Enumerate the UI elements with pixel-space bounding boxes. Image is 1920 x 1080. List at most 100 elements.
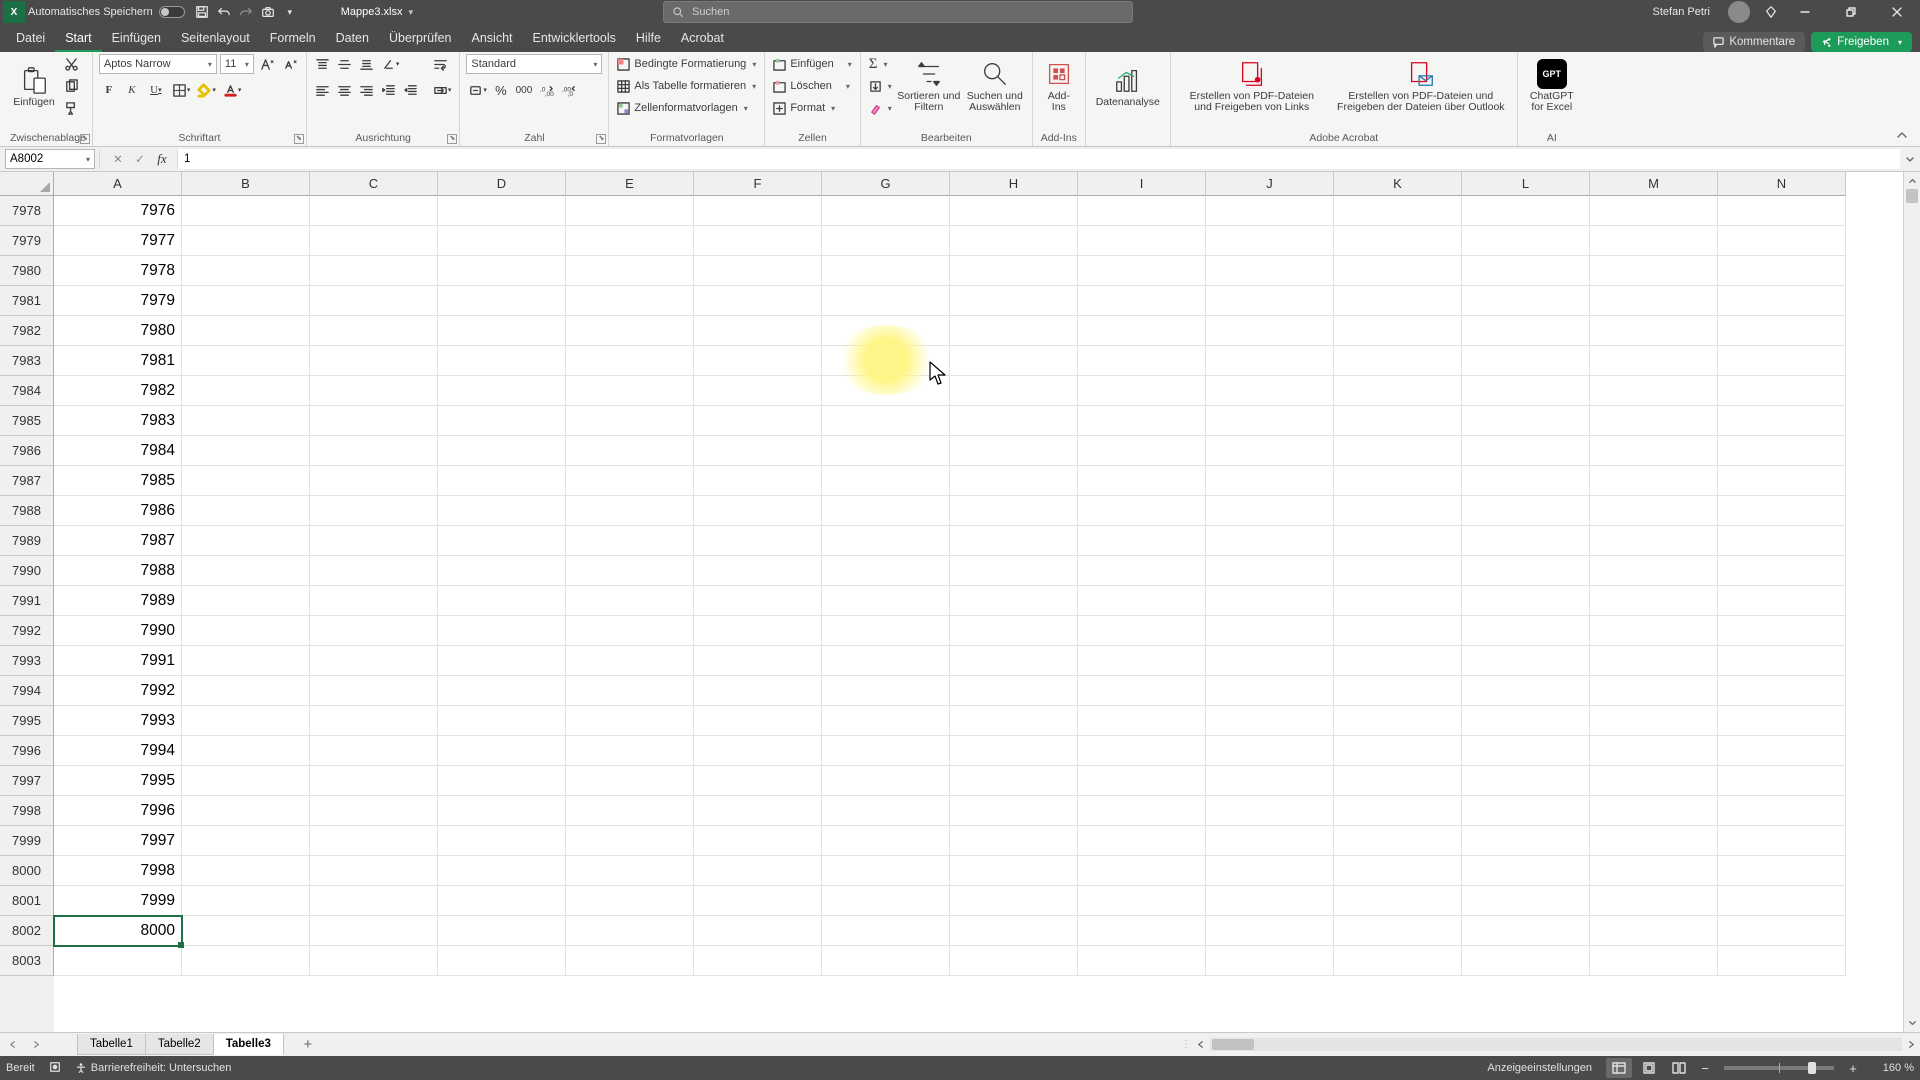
cell[interactable] — [694, 196, 822, 226]
cell[interactable] — [950, 316, 1078, 346]
paste-button[interactable]: Einfügen — [10, 54, 58, 118]
cell[interactable] — [182, 796, 310, 826]
orientation-icon[interactable]: ▾ — [379, 54, 402, 74]
cell[interactable] — [182, 586, 310, 616]
cell[interactable] — [182, 196, 310, 226]
cell[interactable]: 7988 — [54, 556, 182, 586]
cell[interactable]: 7998 — [54, 856, 182, 886]
cell[interactable] — [310, 346, 438, 376]
cell[interactable] — [950, 946, 1078, 976]
cell[interactable] — [1462, 466, 1590, 496]
cell[interactable] — [694, 226, 822, 256]
cell[interactable] — [950, 466, 1078, 496]
cell[interactable] — [566, 676, 694, 706]
cell[interactable] — [950, 526, 1078, 556]
dialog-launcher-icon[interactable]: ⬊ — [294, 134, 304, 144]
cell[interactable] — [566, 406, 694, 436]
cell[interactable] — [310, 226, 438, 256]
cell[interactable] — [438, 556, 566, 586]
cell[interactable]: 8000 — [54, 916, 182, 946]
cell[interactable] — [1718, 466, 1846, 496]
cell[interactable] — [1334, 826, 1462, 856]
sheet-tab[interactable]: Tabelle3 — [213, 1034, 284, 1055]
cell[interactable]: 7991 — [54, 646, 182, 676]
cell[interactable] — [1078, 796, 1206, 826]
cell[interactable] — [1718, 586, 1846, 616]
cell[interactable] — [950, 226, 1078, 256]
macro-record-icon[interactable] — [49, 1061, 61, 1076]
cell[interactable] — [438, 646, 566, 676]
cell[interactable] — [1590, 556, 1718, 586]
cell[interactable] — [182, 526, 310, 556]
hscroll-right-icon[interactable] — [1903, 1036, 1920, 1053]
autosum-icon[interactable]: Σ▾ — [867, 54, 894, 74]
filename-dropdown-icon[interactable]: ▾ — [409, 7, 414, 18]
cell[interactable] — [1206, 646, 1334, 676]
cell[interactable] — [566, 256, 694, 286]
tab-überprüfen[interactable]: Überprüfen — [379, 25, 462, 52]
cell[interactable] — [1206, 316, 1334, 346]
sheet-tab[interactable]: Tabelle1 — [77, 1034, 146, 1055]
formula-input[interactable]: 1 — [177, 149, 1900, 169]
cell[interactable] — [1462, 886, 1590, 916]
cell[interactable] — [438, 226, 566, 256]
cell[interactable] — [182, 856, 310, 886]
cell[interactable] — [822, 196, 950, 226]
cell[interactable] — [566, 466, 694, 496]
cell[interactable] — [1718, 526, 1846, 556]
cell[interactable] — [1078, 466, 1206, 496]
cell[interactable] — [694, 736, 822, 766]
cell[interactable] — [694, 526, 822, 556]
addins-button[interactable]: Add- Ins — [1039, 54, 1079, 118]
cell[interactable]: 7978 — [54, 256, 182, 286]
cell[interactable] — [1206, 466, 1334, 496]
cell[interactable] — [694, 766, 822, 796]
cell[interactable] — [694, 256, 822, 286]
cell[interactable] — [310, 796, 438, 826]
cell[interactable] — [1462, 436, 1590, 466]
cell[interactable] — [1462, 646, 1590, 676]
restore-icon[interactable] — [1828, 0, 1874, 24]
cell[interactable] — [566, 766, 694, 796]
cell[interactable] — [1590, 226, 1718, 256]
zoom-level[interactable]: 160 % — [1872, 1062, 1914, 1074]
number-format-combo[interactable]: Standard▾ — [466, 54, 602, 74]
cell[interactable] — [1590, 406, 1718, 436]
cell[interactable] — [950, 256, 1078, 286]
cell[interactable] — [694, 616, 822, 646]
cell[interactable] — [438, 496, 566, 526]
cell[interactable] — [1334, 466, 1462, 496]
cell[interactable] — [1462, 376, 1590, 406]
underline-icon[interactable]: U▾ — [145, 80, 167, 100]
cell[interactable] — [822, 766, 950, 796]
undo-icon[interactable] — [213, 1, 235, 23]
cell[interactable] — [566, 316, 694, 346]
tab-seitenlayout[interactable]: Seitenlayout — [171, 25, 260, 52]
cell[interactable] — [1462, 946, 1590, 976]
align-right-icon[interactable] — [357, 80, 377, 100]
row-header[interactable]: 8003 — [0, 946, 54, 976]
cell[interactable] — [1206, 916, 1334, 946]
cell[interactable] — [950, 496, 1078, 526]
row-header[interactable]: 7988 — [0, 496, 54, 526]
cell[interactable] — [1462, 226, 1590, 256]
cell[interactable]: 7994 — [54, 736, 182, 766]
share-button[interactable]: Freigeben▾ — [1811, 32, 1912, 52]
cell[interactable] — [182, 556, 310, 586]
scroll-down-icon[interactable] — [1904, 1015, 1920, 1032]
cell[interactable] — [566, 826, 694, 856]
cell[interactable] — [182, 466, 310, 496]
cell[interactable] — [310, 826, 438, 856]
cell[interactable] — [1206, 436, 1334, 466]
cell[interactable] — [310, 856, 438, 886]
row-header[interactable]: 7993 — [0, 646, 54, 676]
cell[interactable] — [1078, 496, 1206, 526]
cell-styles-button[interactable]: Zellenformatvorlagen▾ — [615, 98, 758, 118]
cell[interactable] — [1334, 286, 1462, 316]
filename[interactable]: Mappe3.xlsx — [341, 6, 403, 18]
column-header[interactable]: E — [566, 172, 694, 196]
cell[interactable] — [438, 436, 566, 466]
zoom-out-button[interactable]: − — [1696, 1061, 1714, 1076]
cell[interactable]: 7983 — [54, 406, 182, 436]
cell[interactable] — [1718, 226, 1846, 256]
